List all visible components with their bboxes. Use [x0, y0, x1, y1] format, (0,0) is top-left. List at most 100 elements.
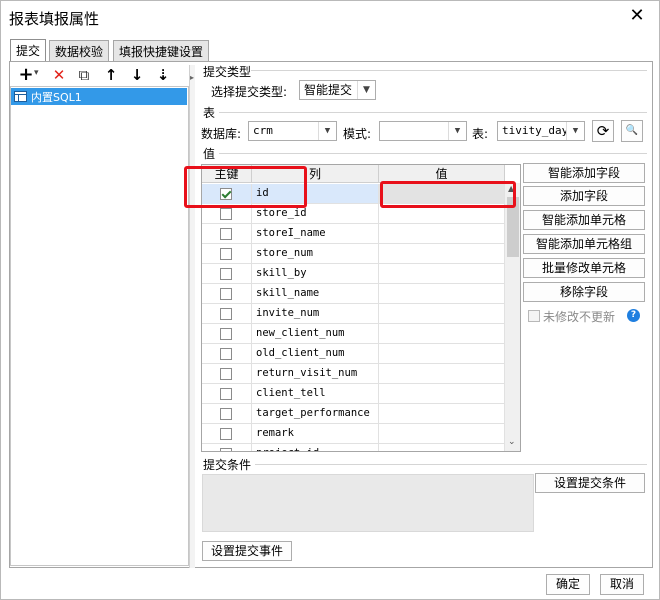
primary-key-checkbox[interactable] [220, 408, 232, 420]
table-row[interactable]: skill_name [202, 284, 505, 304]
remove-field-button[interactable]: 移除字段 [523, 282, 645, 302]
table-row[interactable]: skill_by [202, 264, 505, 284]
value-cell[interactable] [379, 344, 505, 364]
delete-icon[interactable]: ✕ [49, 65, 69, 85]
copy-icon[interactable]: ⧉ [74, 65, 94, 85]
cancel-button[interactable]: 取消 [600, 574, 644, 595]
primary-key-checkbox[interactable] [220, 368, 232, 380]
table-row[interactable]: target_performance [202, 404, 505, 424]
add-field-button[interactable]: 添加字段 [523, 186, 645, 206]
column-name: client_tell [256, 387, 326, 399]
table-row[interactable]: new_client_num [202, 324, 505, 344]
column-cell[interactable]: store_id [252, 204, 379, 224]
primary-key-checkbox[interactable] [220, 208, 232, 220]
value-cell[interactable] [379, 284, 505, 304]
column-cell[interactable]: return_visit_num [252, 364, 379, 384]
header-value[interactable]: 值 [379, 165, 505, 183]
column-cell[interactable]: old_client_num [252, 344, 379, 364]
table-row[interactable]: storeI_name [202, 224, 505, 244]
primary-key-cell [202, 324, 252, 344]
preview-table-icon[interactable]: 🔍 [621, 120, 643, 142]
primary-key-checkbox[interactable] [220, 388, 232, 400]
ok-button[interactable]: 确定 [546, 574, 590, 595]
table-row[interactable]: project_id [202, 444, 505, 451]
primary-key-checkbox[interactable] [220, 268, 232, 280]
column-cell[interactable]: skill_by [252, 264, 379, 284]
table-row[interactable]: store_id [202, 204, 505, 224]
value-cell[interactable] [379, 424, 505, 444]
table-value: tivity_day [502, 124, 569, 137]
column-name: store_num [256, 247, 313, 259]
value-cell[interactable] [379, 244, 505, 264]
primary-key-checkbox[interactable] [220, 308, 232, 320]
schema-select[interactable]: ▼ [379, 121, 467, 141]
move-down-icon[interactable]: ↓ [127, 65, 147, 85]
value-cell[interactable] [379, 324, 505, 344]
submit-type-select[interactable]: 智能提交 ▼ [299, 80, 376, 100]
column-cell[interactable]: storeI_name [252, 224, 379, 244]
scrollbar-thumb[interactable] [507, 197, 519, 257]
table-row[interactable]: remark [202, 424, 505, 444]
refresh-icon[interactable]: ⟳ [592, 120, 614, 142]
scroll-down-icon[interactable]: ⌄ [508, 437, 516, 447]
sort-icon[interactable]: ⇣ [153, 65, 173, 85]
smart-add-cell-group-button[interactable]: 智能添加单元格组 [523, 234, 645, 254]
add-icon[interactable]: + [16, 65, 36, 85]
tab-submit[interactable]: 提交 [10, 39, 47, 62]
column-cell[interactable]: id [252, 184, 379, 204]
table-row[interactable]: store_num [202, 244, 505, 264]
column-name: id [256, 187, 269, 199]
primary-key-checkbox[interactable] [220, 188, 232, 200]
primary-key-checkbox[interactable] [220, 348, 232, 360]
move-up-icon[interactable]: ↑ [101, 65, 121, 85]
table-row[interactable]: client_tell [202, 384, 505, 404]
add-dropdown-icon[interactable]: ▾ [34, 68, 39, 78]
column-cell[interactable]: project_id [252, 444, 379, 451]
tab-shortcut-settings[interactable]: 填报快捷键设置 [113, 40, 210, 61]
splitter-handle[interactable]: ▸ [189, 65, 195, 568]
value-cell[interactable] [379, 204, 505, 224]
unmodified-no-update-checkbox[interactable] [528, 310, 540, 322]
value-cell[interactable] [379, 184, 505, 204]
column-cell[interactable]: target_performance [252, 404, 379, 424]
primary-key-checkbox[interactable] [220, 288, 232, 300]
table-scrollbar[interactable]: ▲ ⌄ [504, 183, 520, 451]
column-cell[interactable]: store_num [252, 244, 379, 264]
smart-add-cell-button[interactable]: 智能添加单元格 [523, 210, 645, 230]
help-icon[interactable]: ? [627, 309, 640, 322]
primary-key-checkbox[interactable] [220, 248, 232, 260]
batch-edit-cell-button[interactable]: 批量修改单元格 [523, 258, 645, 278]
column-cell[interactable]: skill_name [252, 284, 379, 304]
primary-key-checkbox[interactable] [220, 328, 232, 340]
column-cell[interactable]: client_tell [252, 384, 379, 404]
close-icon[interactable]: ✕ [627, 5, 647, 27]
tab-data-validation[interactable]: 数据校验 [49, 40, 110, 61]
set-submit-condition-button[interactable]: 设置提交条件 [535, 473, 645, 493]
table-row[interactable]: old_client_num [202, 344, 505, 364]
column-cell[interactable]: remark [252, 424, 379, 444]
primary-key-checkbox[interactable] [220, 448, 232, 451]
list-item[interactable]: 内置SQL1 [11, 88, 187, 105]
header-primary-key[interactable]: 主键 [202, 165, 252, 183]
table-select[interactable]: tivity_day ▼ [497, 121, 585, 141]
database-select[interactable]: crm ▼ [248, 121, 337, 141]
column-cell[interactable]: invite_num [252, 304, 379, 324]
smart-add-field-button[interactable]: 智能添加字段 [523, 163, 645, 183]
table-row[interactable]: id [202, 184, 505, 204]
value-cell[interactable] [379, 224, 505, 244]
primary-key-cell [202, 364, 252, 384]
value-cell[interactable] [379, 304, 505, 324]
table-row[interactable]: return_visit_num [202, 364, 505, 384]
scroll-up-icon[interactable]: ▲ [508, 184, 514, 193]
value-cell[interactable] [379, 384, 505, 404]
value-cell[interactable] [379, 404, 505, 424]
table-row[interactable]: invite_num [202, 304, 505, 324]
set-submit-event-button[interactable]: 设置提交事件 [202, 541, 292, 561]
primary-key-checkbox[interactable] [220, 228, 232, 240]
primary-key-checkbox[interactable] [220, 428, 232, 440]
value-cell[interactable] [379, 264, 505, 284]
value-cell[interactable] [379, 444, 505, 451]
header-column[interactable]: 列 [252, 165, 379, 183]
column-cell[interactable]: new_client_num [252, 324, 379, 344]
value-cell[interactable] [379, 364, 505, 384]
